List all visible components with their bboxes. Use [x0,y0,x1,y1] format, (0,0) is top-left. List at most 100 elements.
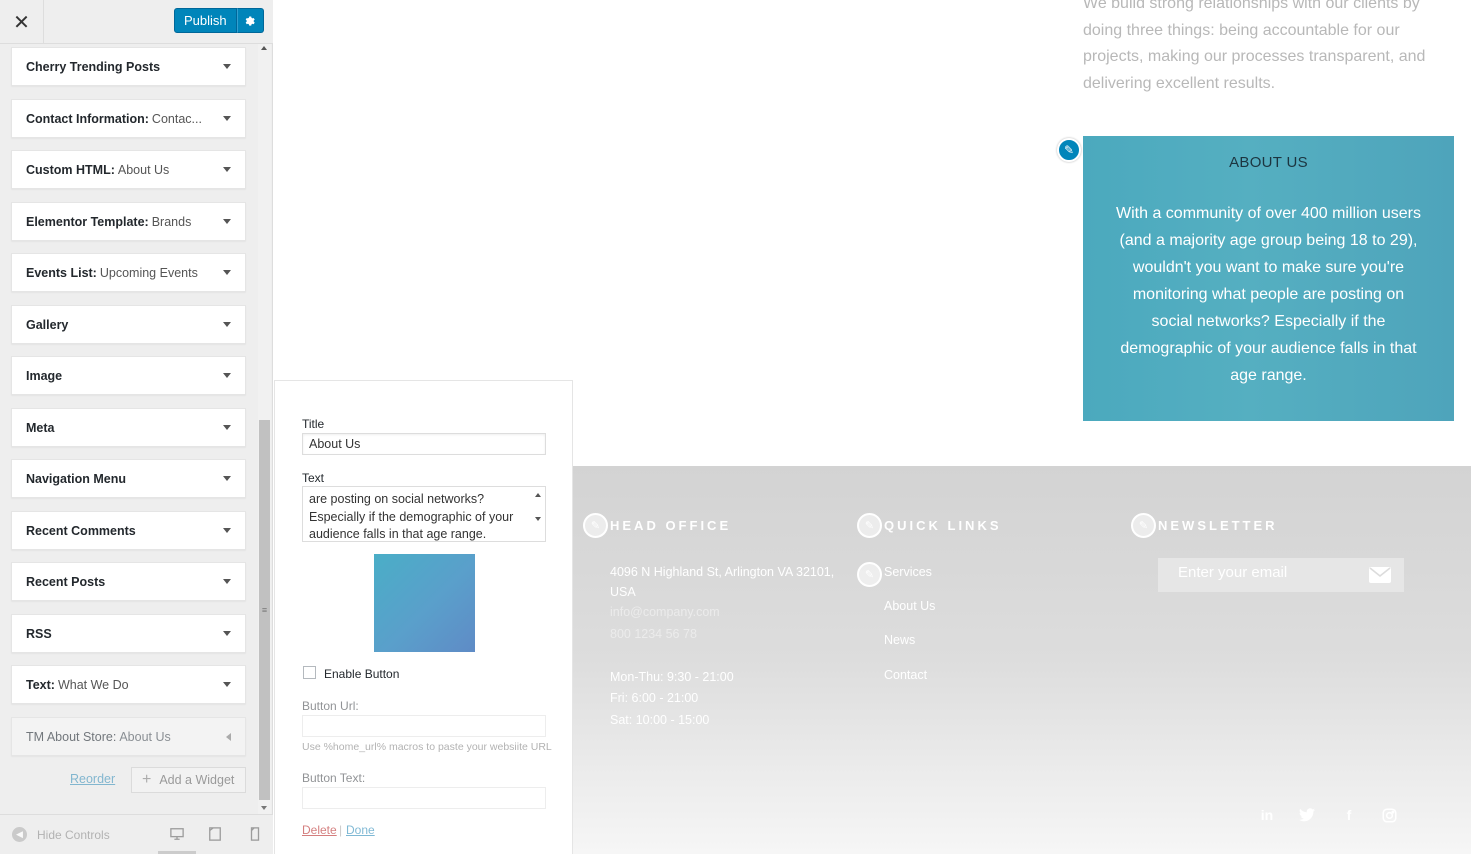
pencil-icon: ✎ [1063,143,1075,157]
plus-icon: + [142,771,152,788]
dropdown-arrow-icon [223,579,231,584]
sidebar-header: ✕ Publish [0,0,273,44]
widget-contact-information[interactable]: Contact Information: Contac... [11,99,246,138]
pencil-icon: ✎ [1138,520,1149,532]
footer-link-contact[interactable]: Contact [884,665,927,685]
edit-menu-button[interactable]: ✎ [857,562,882,587]
pencil-icon: ✎ [864,520,875,532]
dropdown-arrow-icon [223,64,231,69]
widget-tm-about-store[interactable]: TM About Store: About Us [11,717,246,756]
widget-elementor-template[interactable]: Elementor Template: Brands [11,202,246,241]
widget-image-preview[interactable] [374,554,475,652]
add-widget-label: Add a Widget [159,773,235,787]
scroll-up-arrow-icon[interactable] [535,493,541,497]
hours-saturday: Sat: 10:00 - 15:00 [610,713,710,727]
grip-icon: ≡ [261,605,268,615]
scroll-down-arrow-icon[interactable] [261,806,267,810]
widget-custom-html[interactable]: Custom HTML: About Us [11,150,246,189]
text-textarea[interactable]: are posting on social networks? Especial… [302,486,546,542]
widget-meta[interactable]: Meta [11,408,246,447]
edit-about-widget-button[interactable]: ✎ [1057,138,1081,162]
instagram-icon[interactable] [1380,806,1398,824]
title-input[interactable] [302,433,546,455]
widget-cherry-trending-posts[interactable]: Cherry Trending Posts [11,47,246,86]
publish-button[interactable]: Publish [174,8,237,33]
scrollbar-thumb[interactable]: ≡ [259,420,270,800]
done-link[interactable]: Done [346,823,375,837]
facebook-icon[interactable]: f [1340,806,1358,824]
link-separator: | [339,823,343,837]
dropdown-arrow-icon [223,373,231,378]
widget-text[interactable]: Text: What We Do [11,665,246,704]
dropdown-arrow-icon [223,270,231,275]
textarea-scrollbar[interactable] [531,487,545,541]
collapse-arrow-icon [226,733,231,741]
widget-navigation-menu[interactable]: Navigation Menu [11,459,246,498]
pencil-icon: ✎ [864,569,875,581]
customizer-sidebar: ✕ Publish Cherry Trending Posts Contact … [0,0,273,854]
newsletter-title: NEWSLETTER [1158,518,1278,533]
pencil-icon: ✎ [590,520,601,532]
button-text-label: Button Text: [302,771,366,785]
button-text-input[interactable] [302,787,546,809]
envelope-icon [1369,567,1391,583]
desktop-icon[interactable] [170,827,184,841]
edit-quick-links-button[interactable]: ✎ [857,513,882,538]
delete-link[interactable]: Delete [302,823,337,837]
site-footer: ✎ HEAD OFFICE 4096 N Highland St, Arling… [573,466,1471,854]
customizer-footer: ◀ Hide Controls [0,814,273,854]
quick-links-title: QUICK LINKS [884,518,1002,533]
button-url-input[interactable] [302,715,546,737]
enable-button-label: Enable Button [324,667,400,681]
twitter-icon[interactable] [1298,806,1316,824]
about-us-widget: ABOUT US With a community of over 400 mi… [1083,136,1454,421]
newsletter-submit-button[interactable] [1368,563,1392,587]
widget-rss[interactable]: RSS [11,614,246,653]
add-widget-button[interactable]: + Add a Widget [131,767,246,793]
email-text[interactable]: info@company.com [610,602,720,622]
hide-controls-label: Hide Controls [37,827,110,842]
enable-button-checkbox[interactable] [303,666,316,679]
widget-gallery[interactable]: Gallery [11,305,246,344]
hide-controls-button[interactable]: ◀ Hide Controls [12,827,110,842]
widget-events-list[interactable]: Events List: Upcoming Events [11,253,246,292]
publish-group: Publish [174,8,264,33]
footer-link-news[interactable]: News [884,630,915,650]
button-url-hint: Use %home_url% macros to paste your webs… [302,741,552,753]
dropdown-arrow-icon [223,322,231,327]
sidebar-scrollbar[interactable]: ≡ [258,44,271,814]
scroll-up-arrow-icon[interactable] [261,46,267,50]
dropdown-arrow-icon [223,167,231,172]
hours-weekday: Mon-Thu: 9:30 - 21:00 [610,670,734,684]
reorder-link[interactable]: Reorder [70,772,115,786]
arrow-left-circle-icon: ◀ [12,827,27,842]
dropdown-arrow-icon [223,219,231,224]
publish-settings-button[interactable] [236,8,264,33]
scroll-down-arrow-icon[interactable] [535,517,541,521]
tablet-icon[interactable] [208,827,222,841]
edit-newsletter-button[interactable]: ✎ [1131,513,1156,538]
close-icon: ✕ [13,11,30,34]
dropdown-arrow-icon [223,682,231,687]
widget-recent-comments[interactable]: Recent Comments [11,511,246,550]
mobile-icon[interactable] [248,827,262,841]
widget-image[interactable]: Image [11,356,246,395]
gear-icon [245,16,255,26]
footer-link-services[interactable]: Services [884,562,932,582]
hours-friday: Fri: 6:00 - 21:00 [610,691,699,705]
dropdown-arrow-icon [223,425,231,430]
phone-text: 800 1234 56 78 [610,627,697,641]
widget-edit-form: Title Text are posting on social network… [274,380,573,854]
text-label: Text [302,471,325,485]
edit-head-office-button[interactable]: ✎ [583,513,608,538]
linkedin-icon[interactable]: in [1258,806,1276,824]
close-customizer-button[interactable]: ✕ [0,0,44,44]
address-text: 4096 N Highland St, Arlington VA 32101, … [610,565,835,599]
widget-recent-posts[interactable]: Recent Posts [11,562,246,601]
about-us-title: ABOUT US [1229,154,1308,171]
dropdown-arrow-icon [223,528,231,533]
head-office-title: HEAD OFFICE [610,518,732,533]
dropdown-arrow-icon [223,476,231,481]
footer-link-about-us[interactable]: About Us [884,596,935,616]
title-label: Title [302,417,325,431]
